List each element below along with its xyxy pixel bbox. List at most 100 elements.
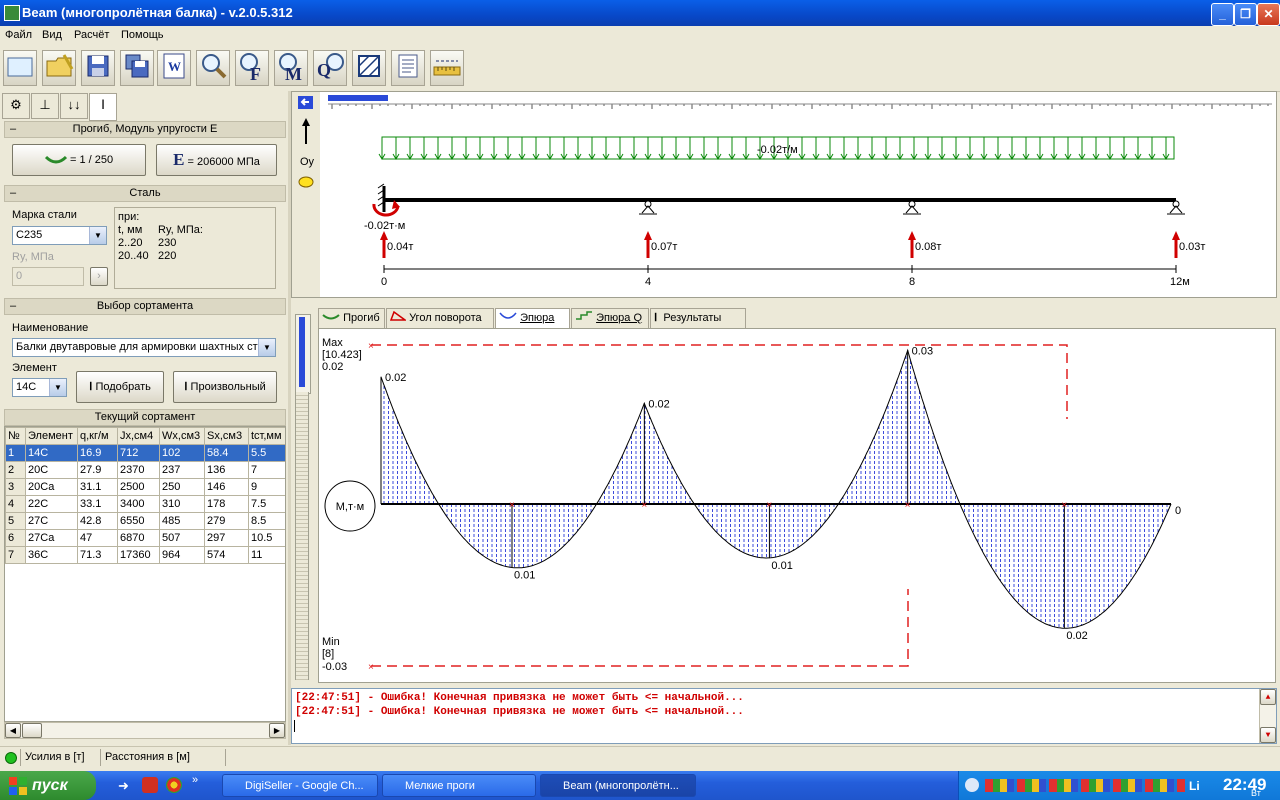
modulus-button[interactable]: E = 206000 МПа bbox=[156, 144, 277, 176]
force-diagram-button[interactable]: F bbox=[235, 50, 269, 86]
tray-lang-icon[interactable]: Li bbox=[1189, 779, 1200, 793]
table-cell[interactable]: 8.5 bbox=[248, 512, 285, 530]
tab-settings[interactable]: ⚙ bbox=[2, 93, 30, 119]
horizontal-scrollbar[interactable]: ◀ ▶ bbox=[4, 722, 286, 739]
deflection-button[interactable]: = 1 / 250 bbox=[12, 144, 146, 176]
table-cell[interactable]: 507 bbox=[159, 529, 205, 547]
table-cell[interactable]: 7.5 bbox=[248, 495, 285, 513]
table-cell[interactable]: 27.9 bbox=[77, 461, 118, 479]
quicklaunch-app-icon[interactable] bbox=[142, 777, 158, 793]
task-folder[interactable]: Мелкие проги bbox=[382, 774, 536, 797]
report-button[interactable] bbox=[391, 50, 425, 86]
tray-expand-icon[interactable] bbox=[965, 778, 979, 792]
moment-diagram[interactable]: × × × × × 0.020.020.0300.010.010.02 × × Max … bbox=[319, 329, 1275, 682]
tab-supports[interactable]: ⊥ bbox=[31, 93, 59, 119]
task-beam[interactable]: Beam (многопролётн... bbox=[540, 774, 696, 797]
section-header-deflection[interactable]: – Прогиб, Модуль упругости E bbox=[4, 121, 286, 138]
minimize-button[interactable]: _ bbox=[1211, 3, 1234, 26]
row-number[interactable]: 6 bbox=[5, 529, 26, 547]
task-chrome[interactable]: DigiSeller - Google Ch... bbox=[222, 774, 378, 797]
scroll-right-icon[interactable]: ▶ bbox=[269, 723, 285, 738]
quicklaunch-icon[interactable]: ➜ bbox=[118, 778, 129, 794]
maximize-button[interactable]: ❐ bbox=[1234, 3, 1257, 26]
scroll-down-icon[interactable]: ▼ bbox=[1260, 727, 1276, 743]
export-word-button[interactable]: W bbox=[157, 50, 191, 86]
table-cell[interactable]: 297 bbox=[204, 529, 249, 547]
table-cell[interactable]: 7 bbox=[248, 461, 285, 479]
element-select[interactable]: 14С ▼ bbox=[12, 378, 67, 397]
col-header[interactable]: q,кг/м bbox=[77, 427, 118, 445]
row-number[interactable]: 1 bbox=[5, 444, 26, 462]
table-row[interactable]: 2 20С 27.9 2370 237 136 7 bbox=[5, 461, 285, 479]
ry-input[interactable]: 0 bbox=[12, 267, 84, 286]
table-row[interactable]: 7 36С 71.3 17360 964 574 11 bbox=[5, 546, 285, 564]
row-number[interactable]: 4 bbox=[5, 495, 26, 513]
row-number[interactable]: 3 bbox=[5, 478, 26, 496]
plot-slider-thumb[interactable] bbox=[299, 317, 305, 387]
custom-profile-button[interactable]: Ⅰ Произвольный bbox=[173, 371, 277, 403]
quicklaunch-more-icon[interactable]: » bbox=[192, 774, 198, 786]
new-button[interactable] bbox=[3, 50, 37, 86]
table-cell[interactable]: 14С bbox=[25, 444, 78, 462]
table-row[interactable]: 5 27С 42.8 6550 485 279 8.5 bbox=[5, 512, 285, 530]
table-cell[interactable]: 5.5 bbox=[248, 444, 285, 462]
horizontal-splitter[interactable] bbox=[291, 298, 1277, 308]
table-cell[interactable]: 250 bbox=[159, 478, 205, 496]
menu-view[interactable]: Вид bbox=[42, 29, 62, 41]
col-header[interactable]: tст,мм bbox=[248, 427, 285, 445]
start-button[interactable]: пуск bbox=[0, 771, 96, 800]
table-row[interactable]: 1 14С 16.9 712 102 58.4 5.5 bbox=[5, 444, 285, 462]
zoom-button[interactable] bbox=[196, 50, 230, 86]
table-cell[interactable]: 6870 bbox=[117, 529, 160, 547]
ruler-thumb[interactable] bbox=[328, 95, 388, 101]
log-panel[interactable]: [22:47:51] - Ошибка! Конечная привязка н… bbox=[291, 688, 1277, 744]
scroll-left-icon[interactable]: ◀ bbox=[5, 723, 21, 738]
tab-section[interactable]: Ⅰ bbox=[89, 93, 117, 121]
open-button[interactable] bbox=[42, 50, 76, 86]
select-profile-button[interactable]: Ⅰ Подобрать bbox=[76, 371, 164, 403]
close-button[interactable]: ✕ bbox=[1257, 3, 1280, 26]
table-cell[interactable]: 33.1 bbox=[77, 495, 118, 513]
table-cell[interactable]: 3400 bbox=[117, 495, 160, 513]
section-header-steel[interactable]: – Сталь bbox=[4, 185, 286, 202]
menu-calc[interactable]: Расчёт bbox=[74, 29, 109, 41]
tab-deflection[interactable]: Прогиб bbox=[318, 308, 385, 328]
scroll-thumb[interactable] bbox=[22, 723, 42, 738]
plot-slider-track[interactable] bbox=[295, 392, 309, 680]
table-cell[interactable]: 712 bbox=[117, 444, 160, 462]
comment-icon[interactable] bbox=[298, 176, 314, 188]
table-row[interactable]: 6 27Са 47 6870 507 297 10.5 bbox=[5, 529, 285, 547]
section-header-profile[interactable]: – Выбор сортамента bbox=[4, 298, 286, 315]
table-cell[interactable]: 27С bbox=[25, 512, 78, 530]
table-cell[interactable]: 6550 bbox=[117, 512, 160, 530]
plot-slider[interactable] bbox=[295, 314, 311, 394]
shear-diagram-button[interactable]: Q bbox=[313, 50, 347, 86]
table-cell[interactable]: 47 bbox=[77, 529, 118, 547]
table-cell[interactable]: 2500 bbox=[117, 478, 160, 496]
table-cell[interactable]: 964 bbox=[159, 546, 205, 564]
tab-shear[interactable]: Эпюра Q bbox=[571, 308, 649, 328]
profile-name-select[interactable]: Балки двутавровые для армировки шахтных … bbox=[12, 338, 276, 357]
tray-icons[interactable] bbox=[985, 779, 1185, 792]
table-cell[interactable]: 10.5 bbox=[248, 529, 285, 547]
steel-grade-select[interactable]: С235 ▼ bbox=[12, 226, 107, 245]
tab-moment[interactable]: Эпюра M bbox=[495, 308, 570, 343]
moment-diagram-button[interactable]: M bbox=[274, 50, 308, 86]
row-number[interactable]: 2 bbox=[5, 461, 26, 479]
section-button[interactable] bbox=[352, 50, 386, 86]
table-cell[interactable]: 237 bbox=[159, 461, 205, 479]
save-button[interactable] bbox=[81, 50, 115, 86]
table-cell[interactable]: 574 bbox=[204, 546, 249, 564]
col-header[interactable]: Sx,см3 bbox=[204, 427, 249, 445]
table-cell[interactable]: 9 bbox=[248, 478, 285, 496]
table-cell[interactable]: 178 bbox=[204, 495, 249, 513]
table-cell[interactable]: 22С bbox=[25, 495, 78, 513]
table-cell[interactable]: 279 bbox=[204, 512, 249, 530]
row-number[interactable]: 7 bbox=[5, 546, 26, 564]
chrome-icon[interactable] bbox=[166, 777, 182, 793]
col-header[interactable]: № bbox=[5, 427, 26, 445]
table-cell[interactable]: 310 bbox=[159, 495, 205, 513]
table-cell[interactable]: 27Са bbox=[25, 529, 78, 547]
table-cell[interactable]: 42.8 bbox=[77, 512, 118, 530]
col-header[interactable]: Wx,см3 bbox=[159, 427, 205, 445]
